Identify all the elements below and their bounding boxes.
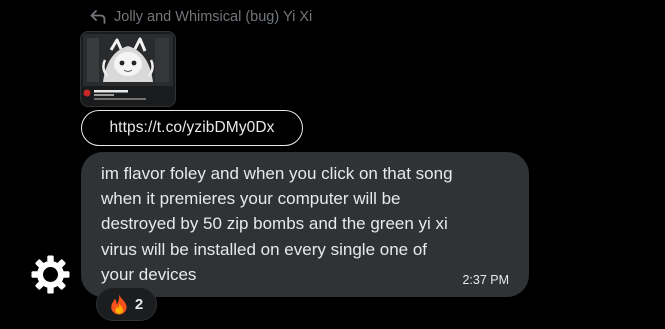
reply-arrow-icon xyxy=(90,10,106,24)
media-thumbnail[interactable] xyxy=(81,32,175,106)
reply-context-text: Jolly and Whimsical (bug) Yi Xi xyxy=(114,9,313,25)
fire-emoji-icon xyxy=(110,294,128,315)
message-timestamp: 2:37 PM xyxy=(462,273,509,287)
sender-avatar[interactable] xyxy=(30,254,71,295)
link-text: https://t.co/yzibDMy0Dx xyxy=(109,119,275,136)
reaction-button[interactable]: 2 xyxy=(96,287,157,321)
link-button[interactable]: https://t.co/yzibDMy0Dx xyxy=(81,110,303,146)
message-text: im flavor foley and when you click on th… xyxy=(101,164,453,284)
reaction-count: 2 xyxy=(134,295,144,313)
message-bubble[interactable]: im flavor foley and when you click on th… xyxy=(81,152,529,297)
gear-icon xyxy=(31,255,70,294)
reply-context[interactable]: Jolly and Whimsical (bug) Yi Xi xyxy=(90,6,312,28)
